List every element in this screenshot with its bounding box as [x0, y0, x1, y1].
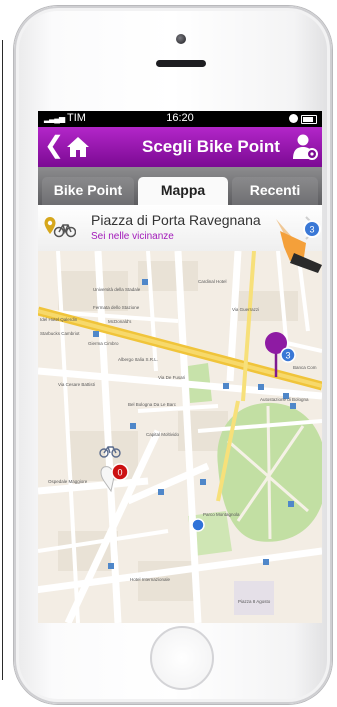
map-label: Albergo Italia S.R.L. — [118, 357, 158, 362]
map-label: McDonald's — [108, 319, 132, 324]
back-icon[interactable]: ❮ — [44, 133, 64, 159]
bike-pin-icon — [44, 217, 76, 238]
map-label: Starbucks Cambriot — [40, 331, 80, 336]
tab-mappa[interactable]: Mappa — [138, 177, 228, 205]
hand-badge: 3 — [309, 225, 314, 235]
map-label: Via De Fusari — [158, 375, 185, 380]
nav-bar: ❮ Scegli Bike Point — [38, 127, 322, 167]
map-label: Piazza 8 Agosto — [238, 599, 271, 604]
marker-badge: 3 — [285, 351, 290, 361]
current-location-dot — [191, 518, 205, 532]
tab-bar: Bike Point Mappa Recenti — [38, 167, 322, 205]
home-button[interactable] — [150, 626, 214, 690]
map-label: Banca Com — [293, 365, 317, 370]
map-label: Cardinal Hotel — [198, 279, 227, 284]
alarm-icon — [289, 114, 298, 123]
map-label: Autostazione di Bologna — [260, 397, 309, 402]
map-label: Ospedale Maggiore — [48, 479, 88, 484]
status-time: 16:20 — [166, 112, 194, 124]
earpiece-speaker — [156, 60, 206, 67]
map-view[interactable]: Cardinal Hotel Università della Stadale … — [38, 251, 322, 623]
map-canvas[interactable]: Cardinal Hotel Università della Stadale … — [38, 251, 322, 623]
battery-icon — [301, 115, 317, 124]
hand-pointer-icon: 3 — [276, 219, 322, 273]
status-bar: ▂▃▄▅ TIM 16:20 — [38, 111, 322, 127]
map-label: Fermata dello Stazione — [93, 305, 140, 310]
user-settings-icon[interactable] — [292, 133, 318, 161]
map-label: Parco Montagnola — [203, 512, 240, 517]
tab-bike-point[interactable]: Bike Point — [42, 177, 134, 205]
map-label: Idel Hotel Qalerdin — [40, 317, 78, 322]
map-label: Via Cesare Battisti — [58, 382, 95, 387]
location-name: Piazza di Porta Ravegnana — [91, 212, 261, 228]
front-camera — [176, 34, 186, 44]
marker-badge: 0 — [117, 468, 122, 478]
map-label: Gierma Cimbro — [88, 341, 119, 346]
tab-recenti[interactable]: Recenti — [232, 177, 318, 205]
location-subtitle: Sei nelle vicinanze — [91, 231, 174, 242]
edge-line — [2, 40, 3, 680]
map-label: Via Guerrazzi — [232, 307, 259, 312]
map-label: Bel Bologna Da Le Barc — [128, 402, 177, 407]
app-screen: ▂▃▄▅ TIM 16:20 ❮ Scegli Bike Point Bike … — [38, 111, 322, 623]
map-label: Hotel Internazionale — [130, 577, 171, 582]
home-icon[interactable] — [66, 135, 90, 159]
page-title: Scegli Bike Point — [142, 137, 280, 156]
map-label: Capital Moltivido — [146, 432, 180, 437]
map-label: Università della Stadale — [93, 287, 141, 292]
